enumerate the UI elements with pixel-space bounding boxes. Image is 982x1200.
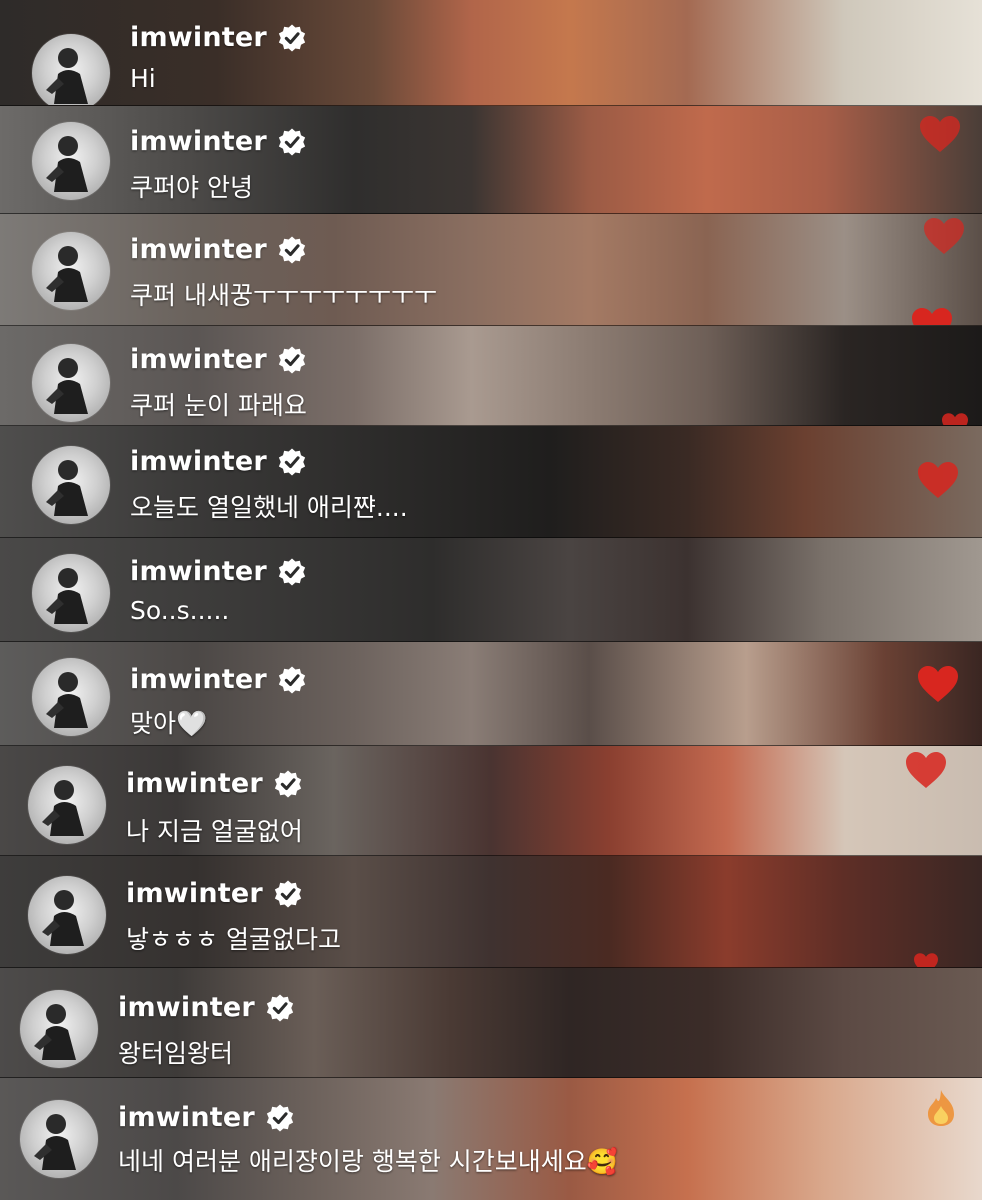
verified-badge-icon — [277, 447, 307, 477]
verified-badge-icon — [277, 127, 307, 157]
avatar[interactable] — [32, 446, 110, 524]
username[interactable]: imwinter — [130, 234, 267, 265]
avatar-portrait-icon — [46, 358, 88, 414]
heart-reaction-icon — [916, 664, 960, 704]
comment-strip: imwinter 오늘도 열일했네 애리쨘.... — [0, 426, 982, 538]
username[interactable]: imwinter — [126, 768, 263, 799]
avatar-portrait-icon — [46, 568, 88, 624]
avatar[interactable] — [32, 232, 110, 310]
heart-reaction-icon — [904, 750, 948, 790]
verified-badge-icon — [277, 235, 307, 265]
verified-badge-icon — [277, 23, 307, 53]
username[interactable]: imwinter — [130, 664, 267, 695]
avatar[interactable] — [32, 658, 110, 736]
heart-reaction-icon — [918, 114, 962, 154]
avatar-portrait-icon — [42, 890, 84, 946]
username[interactable]: imwinter — [118, 1102, 255, 1133]
avatar[interactable] — [20, 1100, 98, 1178]
avatar-portrait-icon — [46, 48, 88, 104]
fire-reaction-icon — [924, 1088, 958, 1128]
avatar-portrait-icon — [34, 1004, 76, 1060]
comment-text: 왕터임왕터 — [118, 1039, 234, 1068]
comment-strip: imwinter 네네 여러분 애리쟝이랑 행복한 시간보내세요🥰 — [0, 1078, 982, 1200]
comment-strip: imwinter 쿠퍼야 안녕 — [0, 106, 982, 214]
comment-text: So..s..... — [130, 596, 230, 625]
comment-text: 쿠퍼야 안녕 — [130, 173, 253, 202]
heart-reaction-icon — [916, 460, 960, 500]
comment-strip: imwinter So..s..... — [0, 538, 982, 642]
username[interactable]: imwinter — [126, 878, 263, 909]
avatar[interactable] — [20, 990, 98, 1068]
comment-strip: imwinter 왕터임왕터 — [0, 968, 982, 1078]
avatar[interactable] — [32, 554, 110, 632]
comment-text: 쿠퍼 눈이 파래요 — [130, 391, 307, 420]
comment-text: Hi — [130, 64, 156, 93]
verified-badge-icon — [273, 769, 303, 799]
avatar[interactable] — [32, 122, 110, 200]
verified-badge-icon — [277, 557, 307, 587]
heart-reaction-icon — [940, 412, 970, 425]
verified-badge-icon — [265, 1103, 295, 1133]
avatar-portrait-icon — [42, 780, 84, 836]
username[interactable]: imwinter — [130, 344, 267, 375]
avatar[interactable] — [32, 34, 110, 105]
comment-text: 쿠퍼 내새꿍ㅜㅜㅜㅜㅜㅜㅜㅜ — [130, 281, 437, 310]
avatar-portrait-icon — [34, 1114, 76, 1170]
avatar-portrait-icon — [46, 246, 88, 302]
avatar-portrait-icon — [46, 136, 88, 192]
username[interactable]: imwinter — [118, 992, 255, 1023]
verified-badge-icon — [265, 993, 295, 1023]
username[interactable]: imwinter — [130, 446, 267, 477]
verified-badge-icon — [277, 665, 307, 695]
comment-text: 네네 여러분 애리쟝이랑 행복한 시간보내세요🥰 — [118, 1147, 618, 1176]
comment-text: 나 지금 얼굴없어 — [126, 817, 303, 846]
avatar[interactable] — [32, 344, 110, 422]
comment-strip: imwinter 쿠퍼 내새꿍ㅜㅜㅜㅜㅜㅜㅜㅜ — [0, 214, 982, 326]
comment-strip: imwinter 낳ㅎㅎㅎ 얼굴없다고 — [0, 856, 982, 968]
avatar-portrait-icon — [46, 672, 88, 728]
username[interactable]: imwinter — [130, 556, 267, 587]
live-comment-screenshot-collage: imwinter Hi imwinter 쿠퍼야 안녕 imwinter 쿠퍼 … — [0, 0, 982, 1200]
comment-strip: imwinter Hi — [0, 0, 982, 106]
heart-reaction-icon — [904, 952, 948, 967]
heart-reaction-icon — [910, 306, 954, 325]
username[interactable]: imwinter — [130, 22, 267, 53]
username[interactable]: imwinter — [130, 126, 267, 157]
verified-badge-icon — [277, 345, 307, 375]
avatar[interactable] — [28, 766, 106, 844]
heart-reaction-icon — [922, 216, 966, 256]
comment-strip: imwinter 나 지금 얼굴없어 — [0, 746, 982, 856]
comment-strip: imwinter 맞아🤍 — [0, 642, 982, 746]
avatar-portrait-icon — [46, 460, 88, 516]
verified-badge-icon — [273, 879, 303, 909]
avatar[interactable] — [28, 876, 106, 954]
comment-text: 맞아🤍 — [130, 709, 208, 738]
comment-text: 낳ㅎㅎㅎ 얼굴없다고 — [126, 925, 341, 954]
comment-text: 오늘도 열일했네 애리쨘.... — [130, 493, 408, 522]
comment-strip: imwinter 쿠퍼 눈이 파래요 — [0, 326, 982, 426]
